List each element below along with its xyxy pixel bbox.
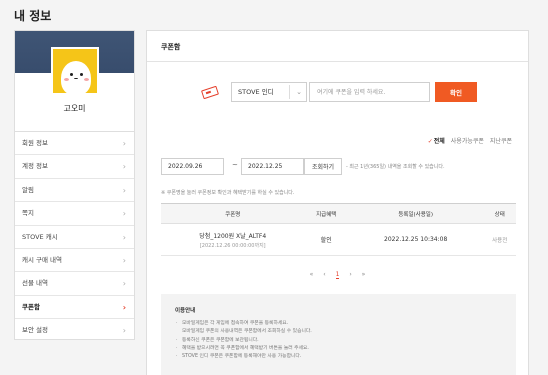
chevron-right-icon: › bbox=[122, 255, 126, 265]
profile-name: 고오미 bbox=[63, 104, 86, 113]
coupon-registered-date: 2022.12.25 10:34:08 bbox=[347, 223, 484, 256]
avatar-blush bbox=[64, 78, 69, 81]
profile-card: 고오미 bbox=[15, 31, 134, 131]
avatar-eye bbox=[70, 73, 73, 76]
usage-notice: 이용안내 모바일게임은 각 게임에 접속하여 쿠폰을 등록하세요. 모바일게임 … bbox=[161, 294, 516, 375]
sidebar-item-cash-history[interactable]: 캐시 구매 내역 › bbox=[15, 249, 134, 273]
table-note: ※ 쿠폰명을 눌러 쿠폰정보 확인과 혜택받기를 하실 수 있습니다. bbox=[161, 190, 295, 196]
sidebar-item-label: 선물 내역 bbox=[22, 279, 48, 288]
end-date-field[interactable]: 2022.12.25 bbox=[241, 158, 304, 175]
sidebar-item-label: 회원 정보 bbox=[22, 139, 48, 147]
search-period-note: - 최근 1년(365일) 내역을 조회할 수 있습니다. bbox=[346, 164, 445, 170]
date-range-dash: ~ bbox=[232, 161, 238, 169]
confirm-button[interactable]: 확인 bbox=[435, 82, 477, 102]
avatar[interactable] bbox=[51, 47, 99, 95]
sidebar-item-member-info[interactable]: 회원 정보 › bbox=[15, 132, 134, 156]
check-icon: ✓ bbox=[427, 138, 433, 145]
sidebar-item-label: 쿠폰함 bbox=[22, 302, 40, 311]
chevron-right-icon: › bbox=[122, 209, 126, 219]
coupon-benefit: 할인 bbox=[304, 223, 348, 256]
divider bbox=[289, 85, 290, 99]
filter-past[interactable]: 지난쿠폰 bbox=[490, 136, 512, 145]
chevron-right-icon: › bbox=[122, 302, 126, 312]
filter-all-label: 전체 bbox=[433, 138, 445, 145]
coupon-filter: ✓전체 사용가능쿠폰 지난쿠폰 bbox=[428, 136, 512, 145]
sidebar-item-label: 보안 설정 bbox=[22, 326, 48, 335]
column-header: 등록일(사용일) bbox=[347, 203, 484, 224]
sidebar-item-coupons[interactable]: 쿠폰함 › bbox=[15, 296, 134, 320]
notice-list: 모바일게임은 각 게임에 접속하여 쿠폰을 등록하세요. 모바일게임 쿠폰의 사… bbox=[175, 320, 502, 362]
filter-usable[interactable]: 사용가능쿠폰 bbox=[451, 136, 484, 145]
chevron-right-icon: › bbox=[122, 279, 126, 289]
page-number-current[interactable]: 1 bbox=[335, 271, 340, 279]
chevron-right-icon: › bbox=[122, 139, 126, 148]
column-header: 쿠폰명 bbox=[161, 203, 305, 224]
first-page-button[interactable]: « bbox=[310, 271, 314, 278]
platform-select-value: STOVE 인디 bbox=[238, 88, 274, 96]
avatar-eye bbox=[80, 73, 83, 76]
chevron-right-icon: › bbox=[122, 162, 126, 172]
sidebar-item-stove-cash[interactable]: STOVE 캐시 › bbox=[15, 226, 134, 249]
page-title: 내 정보 bbox=[14, 9, 52, 23]
chevron-right-icon: › bbox=[122, 185, 126, 195]
notice-item: STOVE 인디 쿠폰은 쿠폰함에 등록해야만 사용 가능합니다. bbox=[175, 353, 502, 362]
sidebar-item-label: 알림 bbox=[22, 185, 34, 194]
coupon-name-cell[interactable]: 당첨_1200원 X날_ALTF4 [2022.12.26 00:00:00까지… bbox=[161, 223, 305, 256]
avatar-mouth bbox=[74, 77, 78, 79]
sidebar-item-gift-history[interactable]: 선물 내역 › bbox=[15, 272, 134, 296]
sidebar-item-notifications[interactable]: 알림 › bbox=[15, 179, 134, 203]
sidebar-item-label: 쪽지 bbox=[22, 209, 34, 218]
sidebar-item-messages[interactable]: 쪽지 › bbox=[15, 202, 134, 226]
notice-item: 모바일게임 쿠폰의 사용내역은 쿠폰함에서 조회하실 수 있습니다. bbox=[182, 329, 312, 335]
coupon-panel: 쿠폰함 STOVE 인디 ⌄ 확인 ✓전체 사용가능쿠폰 지난쿠폰 2022.0… bbox=[146, 30, 529, 375]
avatar-blush bbox=[84, 78, 89, 81]
prev-page-button[interactable]: ‹ bbox=[323, 271, 325, 278]
filter-all[interactable]: ✓전체 bbox=[428, 136, 445, 145]
column-header: 지급혜택 bbox=[304, 203, 348, 224]
sidebar-item-label: 계정 정보 bbox=[22, 162, 48, 171]
table-row: 당첨_1200원 X날_ALTF4 [2022.12.26 00:00:00까지… bbox=[161, 223, 516, 256]
divider bbox=[147, 61, 528, 62]
sidebar-menu: 회원 정보 › 계정 정보 › 알림 › 쪽지 › STOVE 캐시 › 캐시 구매 내역… bbox=[15, 131, 134, 343]
chevron-right-icon: › bbox=[122, 326, 126, 336]
coupon-table: 쿠폰명 지급혜택 등록일(사용일) 상태 당첨_1200원 X날_ALTF4 [… bbox=[161, 203, 516, 256]
start-date-field[interactable]: 2022.09.26 bbox=[161, 158, 224, 175]
notice-title: 이용안내 bbox=[175, 308, 196, 314]
coupon-status: 사용전 bbox=[483, 223, 516, 256]
chevron-right-icon: › bbox=[122, 232, 126, 242]
pagination: « ‹ 1 › » bbox=[147, 271, 528, 279]
notice-item: 등록하신 쿠폰은 쿠폰함에 보관됩니다. bbox=[175, 337, 502, 346]
next-page-button[interactable]: › bbox=[349, 271, 351, 278]
sidebar-item-label: STOVE 캐시 bbox=[22, 232, 58, 241]
sidebar-item-label: 캐시 구매 내역 bbox=[22, 255, 63, 264]
coupon-name[interactable]: 당첨_1200원 X날_ALTF4 bbox=[161, 231, 305, 240]
column-header: 상태 bbox=[483, 203, 516, 224]
notice-item: 모바일게임은 각 게임에 접속하여 쿠폰을 등록하세요. bbox=[175, 320, 502, 329]
section-title: 쿠폰함 bbox=[161, 43, 181, 51]
sidebar-item-account-info[interactable]: 계정 정보 › bbox=[15, 155, 134, 179]
sidebar: 고오미 회원 정보 › 계정 정보 › 알림 › 쪽지 › STOVE 캐시 › 캐시 구… bbox=[14, 30, 135, 340]
platform-select[interactable]: STOVE 인디 ⌄ bbox=[231, 82, 307, 102]
coupon-ticket-icon bbox=[201, 85, 219, 100]
chevron-down-icon: ⌄ bbox=[296, 88, 302, 96]
notice-item: 혜택을 받으시려면 꼭 쿠폰함에서 혜택받기 버튼을 눌러 주세요. bbox=[175, 345, 502, 354]
coupon-expiry: [2022.12.26 00:00:00까지] bbox=[199, 242, 266, 249]
sidebar-item-security[interactable]: 보안 설정 › bbox=[15, 319, 134, 342]
coupon-code-input[interactable] bbox=[309, 82, 430, 102]
table-header-row: 쿠폰명 지급혜택 등록일(사용일) 상태 bbox=[161, 203, 516, 224]
search-button[interactable]: 조회하기 bbox=[304, 158, 342, 175]
last-page-button[interactable]: » bbox=[362, 271, 366, 278]
